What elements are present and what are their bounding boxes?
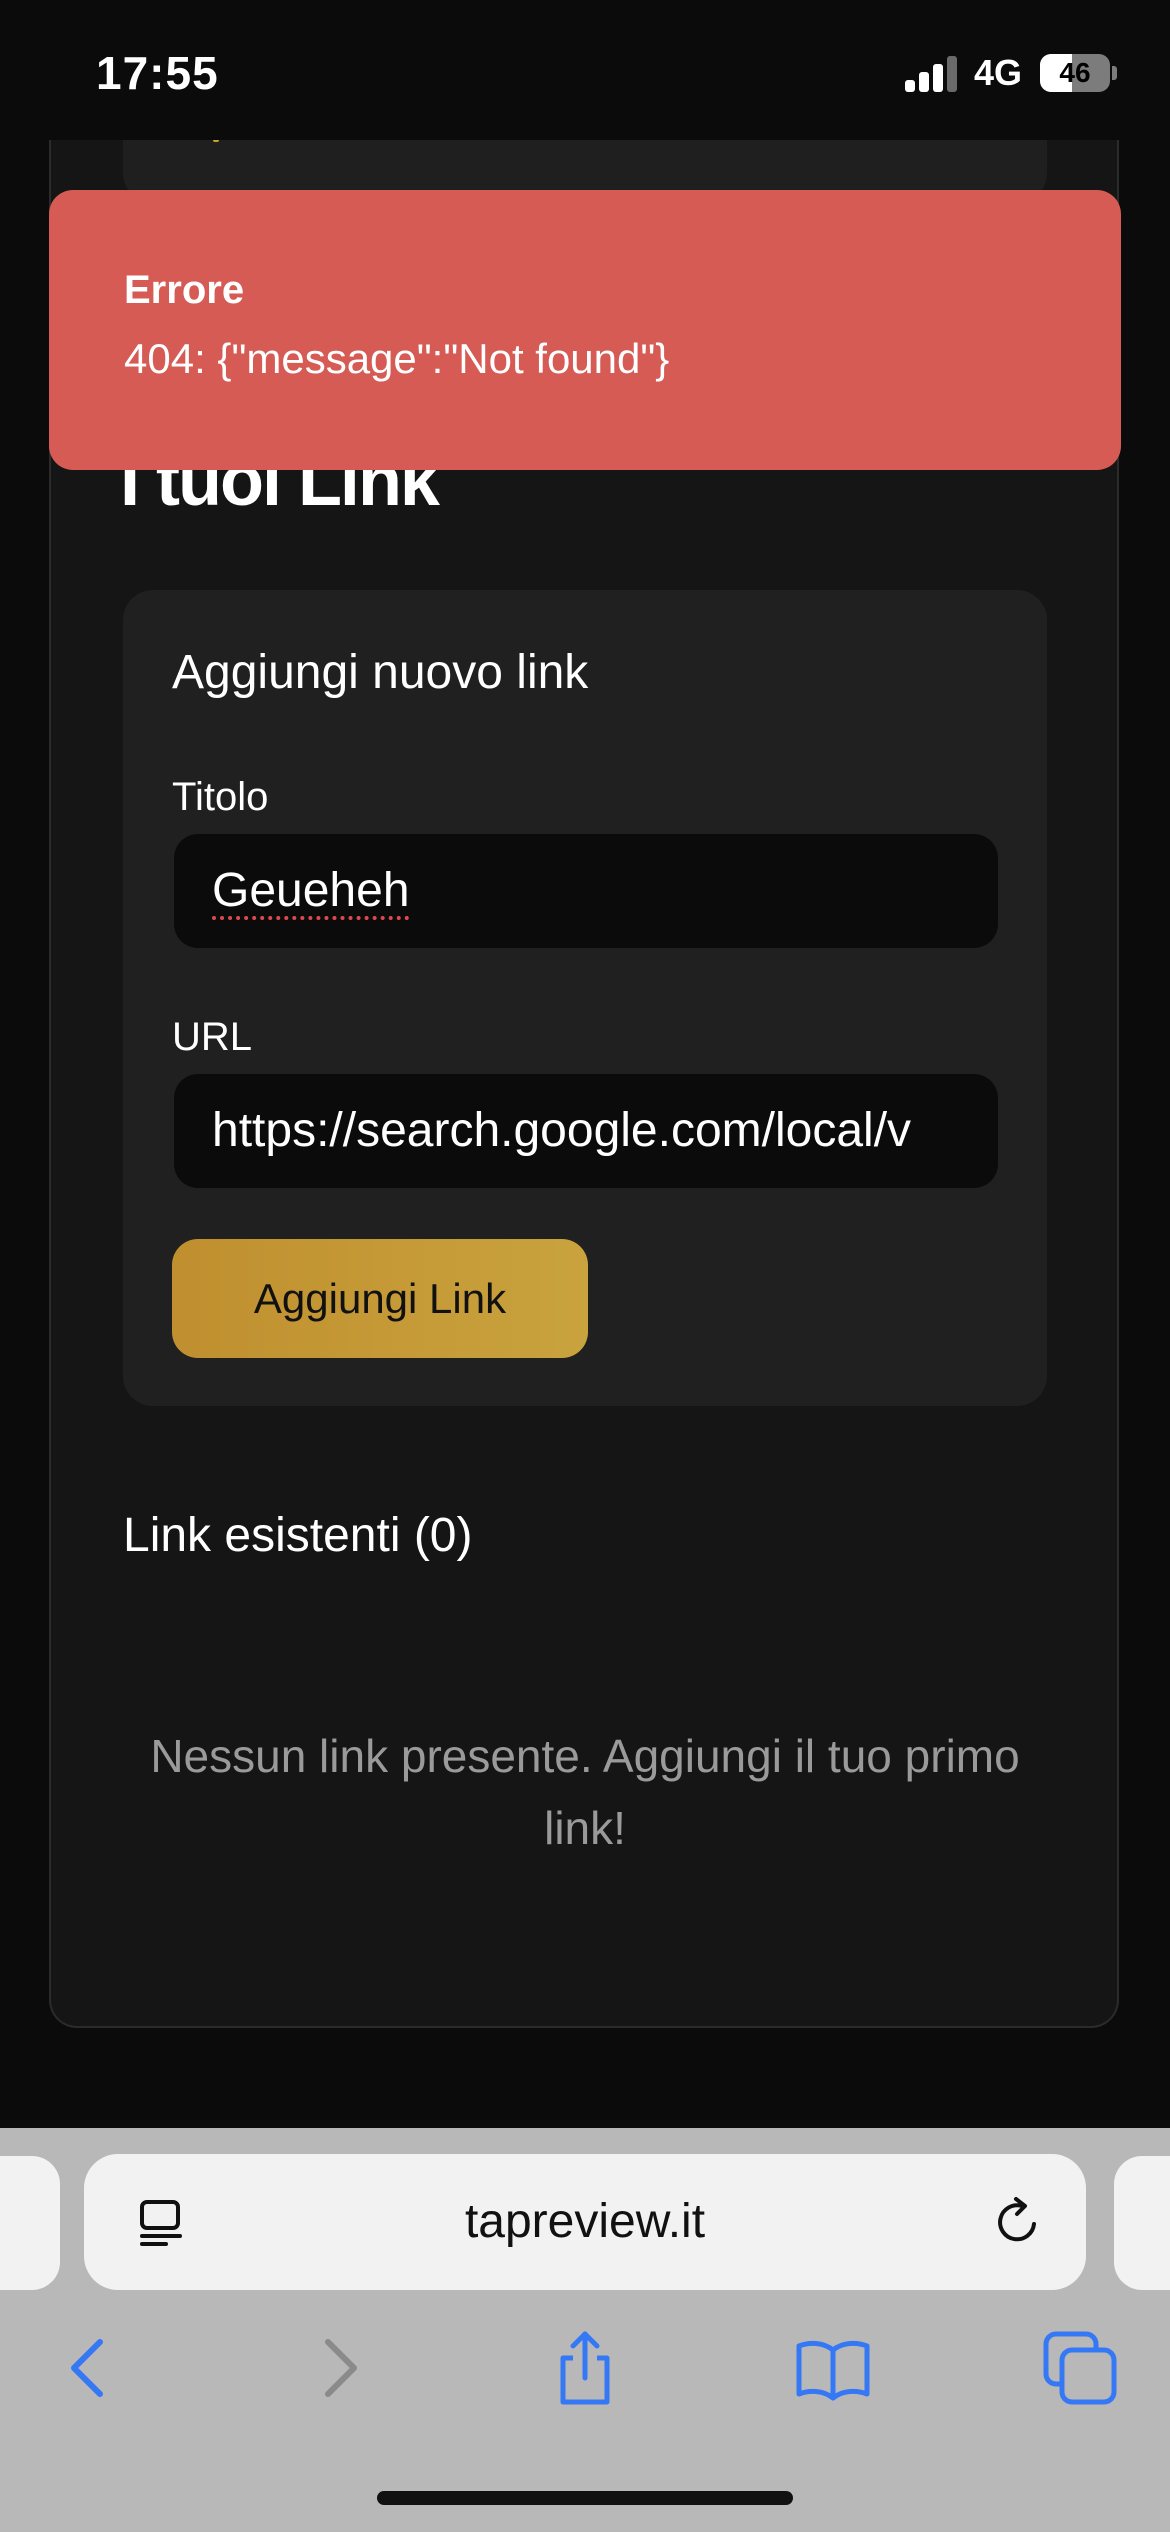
previous-tab-preview[interactable]	[0, 2156, 60, 2290]
status-bar: 17:55 4G 46	[0, 0, 1170, 140]
tabs-icon[interactable]	[1040, 2328, 1120, 2408]
existing-links-heading: Link esistenti (0)	[123, 1509, 473, 1562]
forward-icon[interactable]	[300, 2328, 380, 2408]
reload-icon[interactable]	[990, 2194, 1046, 2250]
next-tab-preview[interactable]	[1114, 2156, 1170, 2290]
url-label: URL	[172, 1015, 253, 1059]
bookmarks-icon[interactable]	[793, 2328, 873, 2408]
add-link-card: Aggiungi nuovo link Titolo Geueheh URL h…	[123, 590, 1047, 1406]
cellular-signal-icon	[905, 56, 959, 92]
error-toast[interactable]: Errore 404: {"message":"Not found"}	[49, 190, 1121, 470]
title-input-value: Geueheh	[212, 864, 410, 917]
back-icon[interactable]	[48, 2328, 128, 2408]
status-time: 17:55	[96, 47, 219, 99]
browser-toolbar: tapreview.it	[0, 2128, 1170, 2532]
address-url: tapreview.it	[464, 2195, 706, 2248]
empty-state-message: Nessun link presente. Aggiungi il tuo pr…	[150, 1730, 1020, 1854]
home-indicator[interactable]	[377, 2491, 793, 2505]
network-type: 4G	[974, 52, 1023, 93]
url-input-value: https://search.google.com/local/v	[212, 1104, 912, 1157]
title-input[interactable]: Geueheh	[174, 834, 998, 948]
address-bar[interactable]: tapreview.it	[84, 2154, 1086, 2290]
share-icon[interactable]	[545, 2328, 625, 2408]
toast-title: Errore	[124, 268, 245, 312]
title-label: Titolo	[172, 775, 269, 819]
add-link-heading: Aggiungi nuovo link	[172, 646, 589, 699]
url-input[interactable]: https://search.google.com/local/v	[174, 1074, 998, 1188]
battery-icon: 46	[1040, 54, 1117, 92]
battery-level: 46	[1059, 57, 1091, 88]
toast-message: 404: {"message":"Not found"}	[124, 335, 670, 382]
add-link-button[interactable]: Aggiungi Link	[172, 1239, 588, 1358]
